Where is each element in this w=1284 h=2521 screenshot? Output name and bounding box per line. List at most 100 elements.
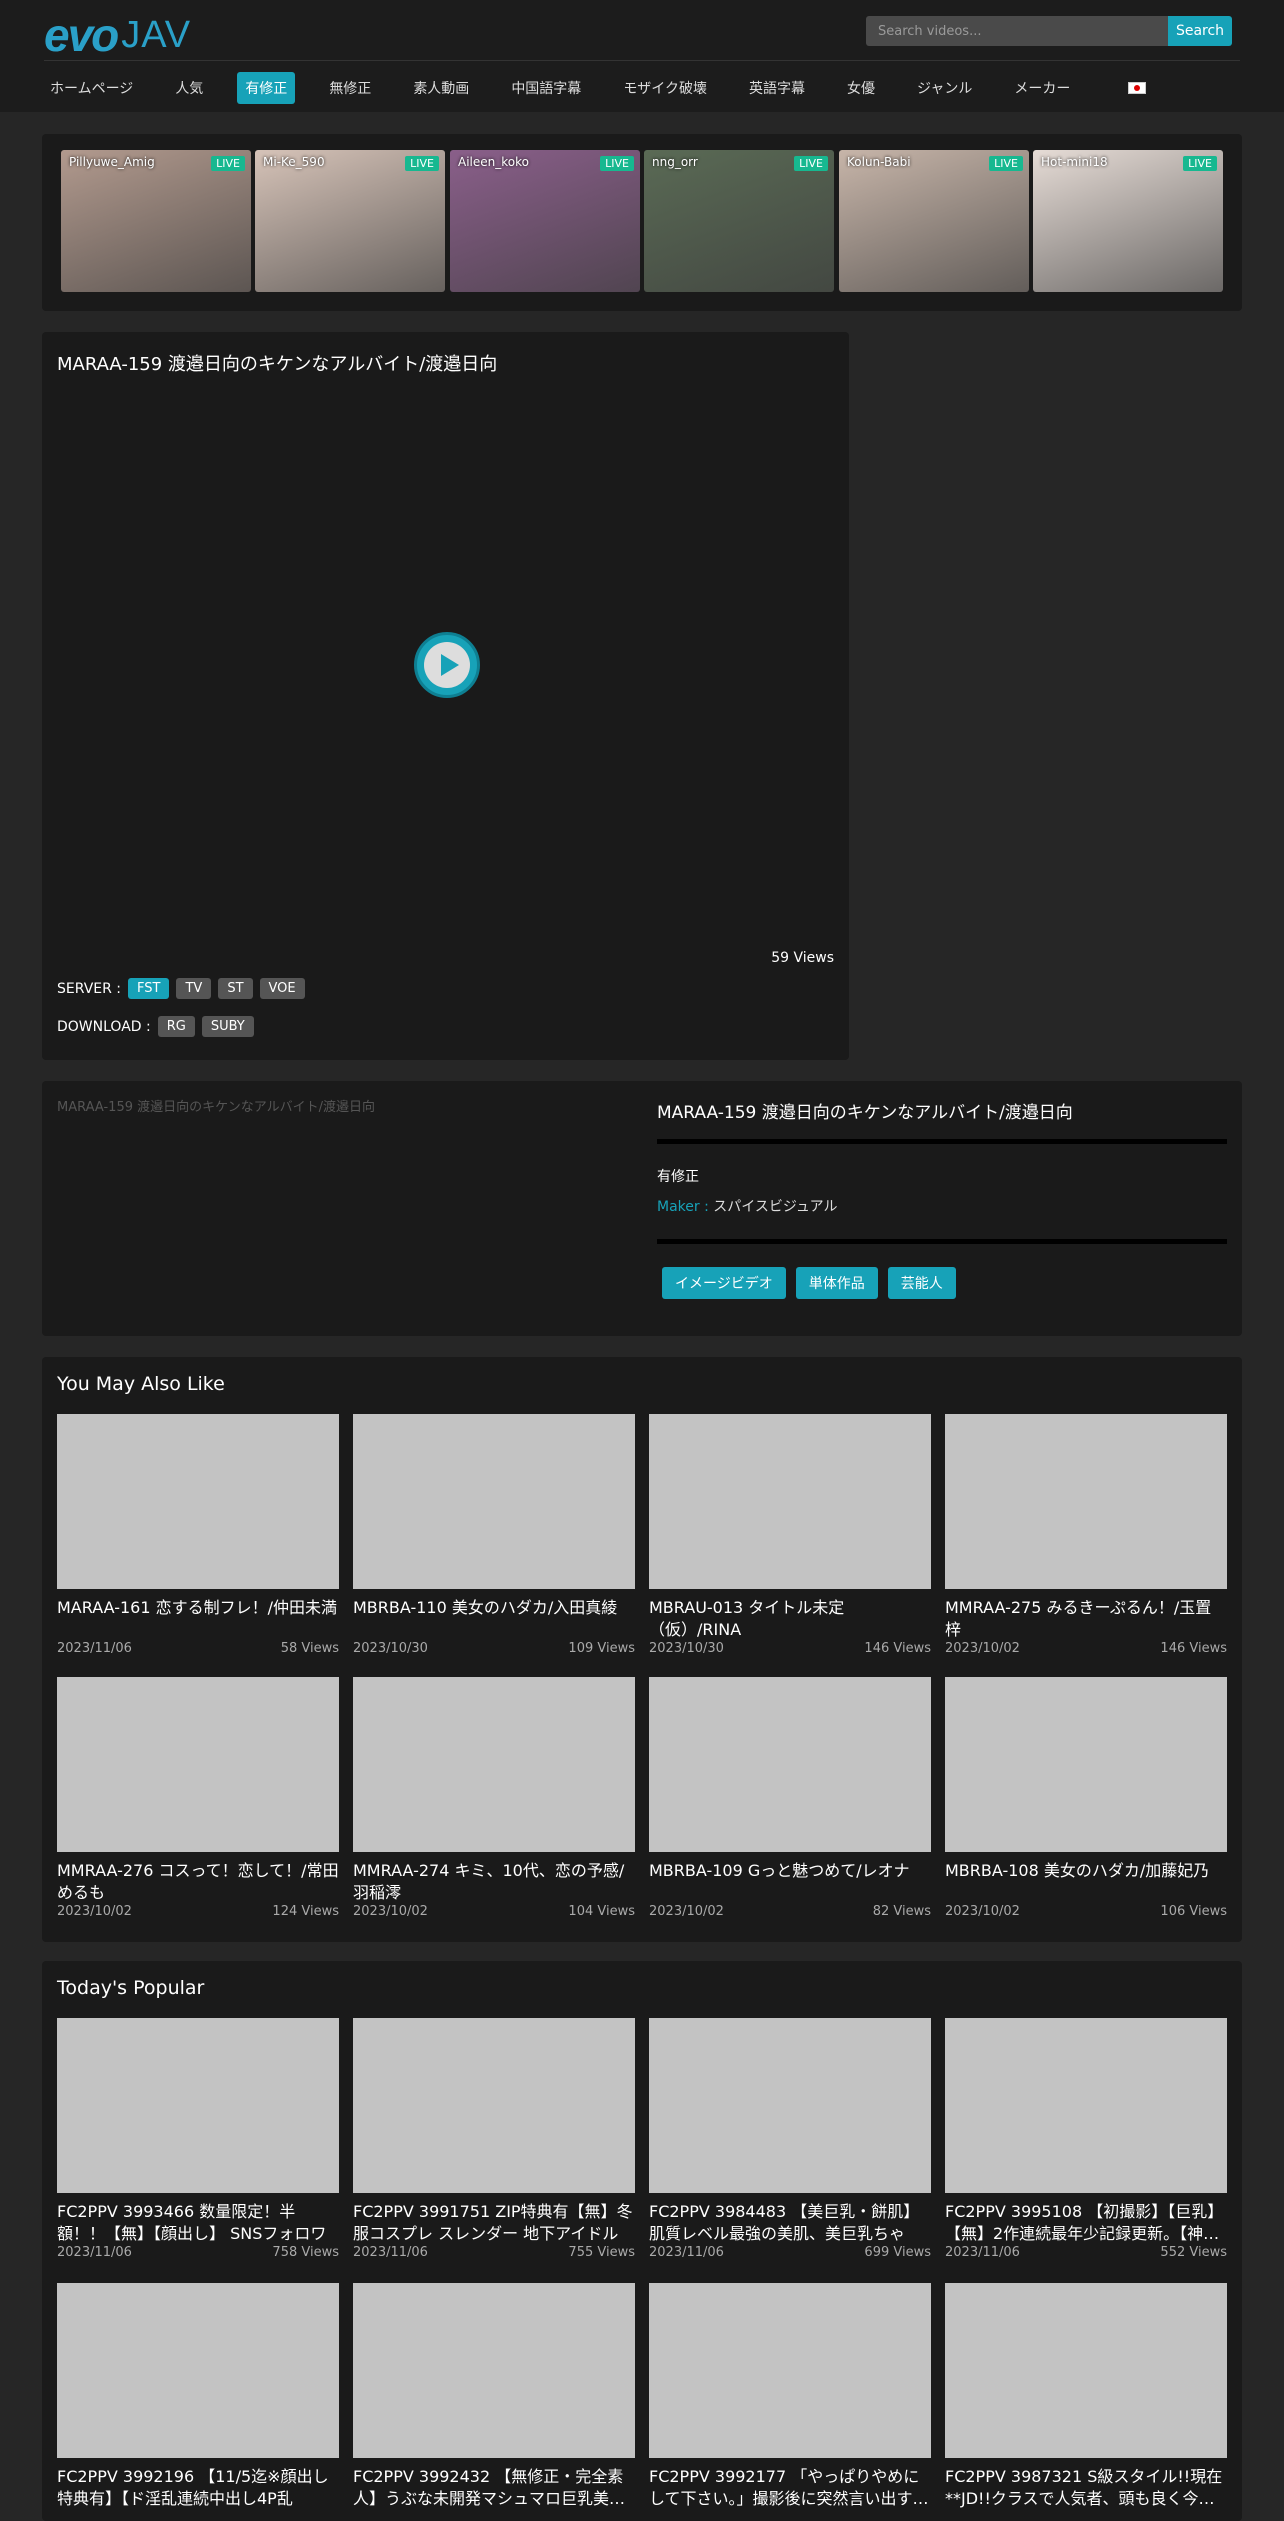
video-card-title[interactable]: FC2PPV 3991751 ZIP特典有【無】冬服コスプレ スレンダー 地下ア… <box>353 2201 635 2245</box>
live-cam-name: Hot-mini18 <box>1041 155 1108 169</box>
video-card-title[interactable]: MARAA-161 恋する制フレ！/仲田未満 <box>57 1597 339 1641</box>
video-info-panel: MARAA-159 渡邉日向のキケンなアルバイト/渡邉日向 MARAA-159 … <box>42 1081 1242 1336</box>
video-views: 758 Views <box>272 2245 339 2260</box>
video-card[interactable]: FC2PPV 3984483 【美巨乳・餅肌】肌質レベル最強の美肌、美巨乳ちゃん… <box>649 2018 931 2260</box>
server-button-tv[interactable]: TV <box>176 978 212 999</box>
server-button-voe[interactable]: VOE <box>259 978 305 999</box>
download-button-suby[interactable]: SUBY <box>201 1016 254 1037</box>
nav-item-censored[interactable]: 有修正 <box>237 72 296 104</box>
live-badge: LIVE <box>989 156 1023 171</box>
nav-item-actress[interactable]: 女優 <box>839 72 883 104</box>
live-cam-name: Mi-Ke_590 <box>263 155 325 169</box>
server-button-fst[interactable]: FST <box>128 978 170 999</box>
video-card[interactable]: MARAA-161 恋する制フレ！/仲田未満 2023/11/06 58 Views <box>57 1414 339 1656</box>
video-thumbnail[interactable] <box>945 2018 1227 2193</box>
video-card[interactable]: FC2PPV 3993466 数量限定！半額！！【無】【顔出し】 SNSフォロワ… <box>57 2018 339 2260</box>
site-logo[interactable]: evo JAV <box>44 8 191 62</box>
nav-item-maker[interactable]: メーカー <box>1006 72 1078 104</box>
live-cam-card[interactable]: Kolun-Babi LIVE <box>839 150 1029 292</box>
video-card-title[interactable]: MBRBA-108 美女のハダカ/加藤妃乃 <box>945 1860 1227 1904</box>
category-link[interactable]: 有修正 <box>657 1166 699 1186</box>
video-thumbnail[interactable] <box>353 2018 635 2193</box>
video-card-title[interactable]: MMRAA-274 キミ、10代、恋の予感/羽稲澪 <box>353 1860 635 1904</box>
server-row: SERVER : FST TV ST VOE <box>57 978 305 999</box>
tag-list: イメージビデオ 単体作品 芸能人 <box>662 1267 966 1299</box>
video-thumbnail[interactable] <box>945 1677 1227 1852</box>
video-card-meta: 2023/10/02 124 Views <box>57 1904 339 1919</box>
video-thumbnail[interactable] <box>353 2283 635 2458</box>
nav-item-genre[interactable]: ジャンル <box>909 72 980 104</box>
nav-item-amateur[interactable]: 素人動画 <box>405 72 477 104</box>
video-views: 699 Views <box>864 2245 931 2260</box>
video-player-panel: MARAA-159 渡邉日向のキケンなアルバイト/渡邉日向 59 Views S… <box>42 332 849 1060</box>
nav-item-english-sub[interactable]: 英語字幕 <box>741 72 813 104</box>
live-cam-name: Aileen_koko <box>458 155 529 169</box>
video-thumbnail[interactable] <box>57 2018 339 2193</box>
video-card-title[interactable]: FC2PPV 3995108 【初撮影】【巨乳】【無】2作連続最年少記録更新。【… <box>945 2201 1227 2245</box>
video-card[interactable]: FC2PPV 3995108 【初撮影】【巨乳】【無】2作連続最年少記録更新。【… <box>945 2018 1227 2260</box>
download-row: DOWNLOAD : RG SUBY <box>57 1016 254 1037</box>
search-button[interactable]: Search <box>1168 16 1232 46</box>
video-card[interactable]: FC2PPV 3987321 S級スタイル!!現在**JD!!クラスで人気者、頭… <box>945 2283 1227 2510</box>
video-card-meta: 2023/10/02 82 Views <box>649 1904 931 1919</box>
video-card-title[interactable]: FC2PPV 3992432 【無修正・完全素人】うぶな未開発マシュマロ巨乳美… <box>353 2466 635 2510</box>
info-divider-top <box>657 1139 1227 1144</box>
video-card-title[interactable]: FC2PPV 3987321 S級スタイル!!現在**JD!!クラスで人気者、頭… <box>945 2466 1227 2510</box>
popular-section: Today's Popular FC2PPV 3993466 数量限定！半額！！… <box>42 1961 1242 2521</box>
video-card-title[interactable]: FC2PPV 3993466 数量限定！半額！！【無】【顔出し】 SNSフォロワ… <box>57 2201 339 2245</box>
video-card-title[interactable]: MBRBA-110 美女のハダカ/入田真綾 <box>353 1597 635 1641</box>
video-card-title[interactable]: MMRAA-276 コスって！恋して！/常田めるも <box>57 1860 339 1904</box>
video-card[interactable]: MBRBA-110 美女のハダカ/入田真綾 2023/10/30 109 Views <box>353 1414 635 1656</box>
video-thumbnail[interactable] <box>649 1677 931 1852</box>
live-cam-card[interactable]: Aileen_koko LIVE <box>450 150 640 292</box>
video-thumbnail[interactable] <box>57 2283 339 2458</box>
nav-item-chinese-sub[interactable]: 中国語字幕 <box>503 72 589 104</box>
video-card[interactable]: MBRAU-013 タイトル未定（仮）/RINA 2023/10/30 146 Vi… <box>649 1414 931 1656</box>
video-card-title[interactable]: FC2PPV 3992196 【11/5迄※顔出し特典有】【ド淫乱連続中出し4P… <box>57 2466 339 2510</box>
header-divider <box>44 60 1240 61</box>
video-thumbnail[interactable] <box>649 2018 931 2193</box>
video-card[interactable]: FC2PPV 3992196 【11/5迄※顔出し特典有】【ド淫乱連続中出し4P… <box>57 2283 339 2510</box>
video-thumbnail[interactable] <box>353 1414 635 1589</box>
video-card[interactable]: MMRAA-275 みるきーぷるん！/玉置梓 2023/10/02 146 View… <box>945 1414 1227 1656</box>
live-cam-card[interactable]: Pillyuwe_Amig LIVE <box>61 150 251 292</box>
play-icon <box>441 654 459 676</box>
live-badge: LIVE <box>1183 156 1217 171</box>
video-card[interactable]: MMRAA-276 コスって！恋して！/常田めるも 2023/10/02 124 V… <box>57 1677 339 1919</box>
server-button-st[interactable]: ST <box>218 978 253 999</box>
video-thumbnail[interactable] <box>649 2283 931 2458</box>
video-thumbnail[interactable] <box>649 1414 931 1589</box>
video-views: 755 Views <box>568 2245 635 2260</box>
tag-button[interactable]: 芸能人 <box>887 1267 956 1299</box>
live-cam-card[interactable]: Mi-Ke_590 LIVE <box>255 150 445 292</box>
video-thumbnail[interactable] <box>57 1677 339 1852</box>
nav-item-uncensored[interactable]: 無修正 <box>321 72 379 104</box>
video-card[interactable]: MBRBA-108 美女のハダカ/加藤妃乃 2023/10/02 106 Views <box>945 1677 1227 1919</box>
video-thumbnail[interactable] <box>945 1414 1227 1589</box>
search-input[interactable] <box>866 16 1168 46</box>
video-card[interactable]: FC2PPV 3992432 【無修正・完全素人】うぶな未開発マシュマロ巨乳美… <box>353 2283 635 2510</box>
live-cam-card[interactable]: Hot-mini18 LIVE <box>1033 150 1223 292</box>
live-cam-card[interactable]: nng_orr LIVE <box>644 150 834 292</box>
video-card-title[interactable]: FC2PPV 3992177 「やっぱりやめにして下さい。」撮影後に突然言い出す… <box>649 2466 931 2510</box>
tag-button[interactable]: 単体作品 <box>795 1267 878 1299</box>
play-button[interactable] <box>414 632 480 698</box>
tag-button[interactable]: イメージビデオ <box>662 1267 786 1299</box>
download-button-rg[interactable]: RG <box>157 1016 195 1037</box>
video-card-title[interactable]: FC2PPV 3984483 【美巨乳・餅肌】肌質レベル最強の美肌、美巨乳ちゃん… <box>649 2201 931 2245</box>
video-card[interactable]: FC2PPV 3992177 「やっぱりやめにして下さい。」撮影後に突然言い出す… <box>649 2283 931 2510</box>
video-thumbnail[interactable] <box>57 1414 339 1589</box>
video-thumbnail[interactable] <box>945 2283 1227 2458</box>
nav-item-home[interactable]: ホームページ <box>42 72 141 104</box>
maker-link[interactable]: スパイスビジュアル <box>713 1199 837 1215</box>
video-card-title[interactable]: MBRBA-109 Gっと魅つめて/レオナ <box>649 1860 931 1904</box>
video-card-title[interactable]: MBRAU-013 タイトル未定（仮）/RINA <box>649 1597 931 1641</box>
video-thumbnail[interactable] <box>353 1677 635 1852</box>
nav-item-popular[interactable]: 人気 <box>167 72 211 104</box>
video-card[interactable]: MMRAA-274 キミ、10代、恋の予感/羽稲澪 2023/10/02 104 V… <box>353 1677 635 1919</box>
japan-flag-icon[interactable] <box>1128 82 1147 94</box>
nav-item-decensored[interactable]: モザイク破壊 <box>615 72 715 104</box>
video-card[interactable]: FC2PPV 3991751 ZIP特典有【無】冬服コスプレ スレンダー 地下ア… <box>353 2018 635 2260</box>
video-card[interactable]: MBRBA-109 Gっと魅つめて/レオナ 2023/10/02 82 Views <box>649 1677 931 1919</box>
video-card-title[interactable]: MMRAA-275 みるきーぷるん！/玉置梓 <box>945 1597 1227 1641</box>
